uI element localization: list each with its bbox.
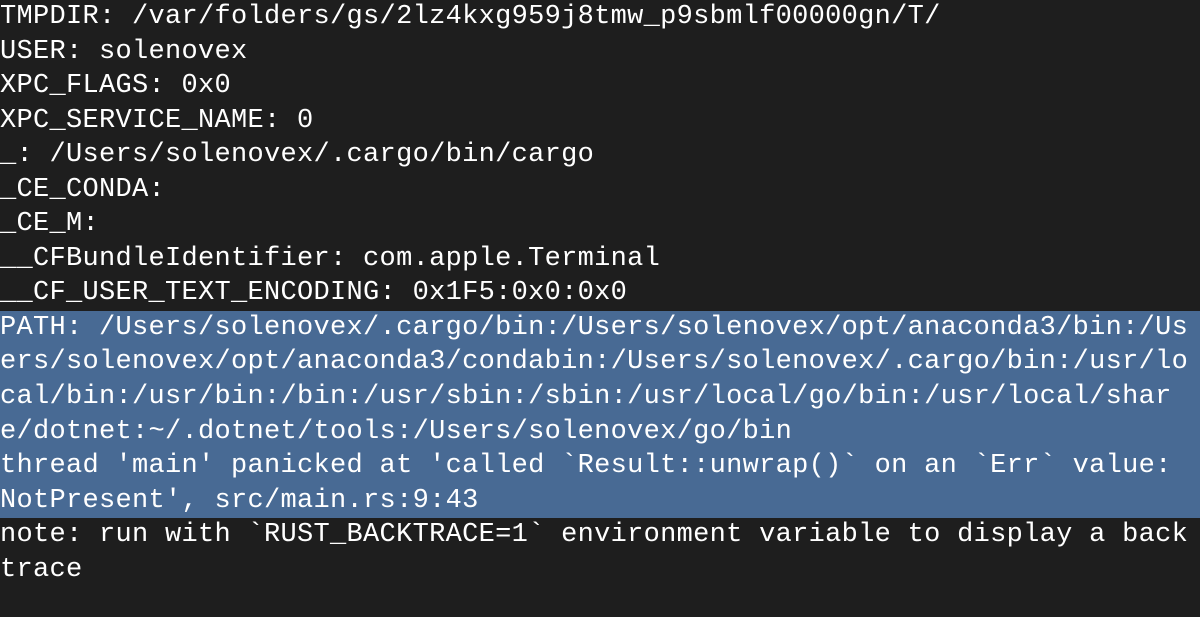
terminal-line: _CE_M:: [0, 207, 1200, 242]
terminal-line: __CF_USER_TEXT_ENCODING: 0x1F5:0x0:0x0: [0, 276, 1200, 311]
terminal-line: _: /Users/solenovex/.cargo/bin/cargo: [0, 138, 1200, 173]
terminal-line: USER: solenovex: [0, 35, 1200, 70]
terminal-line: _CE_CONDA:: [0, 173, 1200, 208]
terminal-line: note: run with `RUST_BACKTRACE=1` enviro…: [0, 518, 1200, 587]
terminal-line: XPC_SERVICE_NAME: 0: [0, 104, 1200, 139]
terminal-line: __CFBundleIdentifier: com.apple.Terminal: [0, 242, 1200, 277]
terminal-line: TMPDIR: /var/folders/gs/2lz4kxg959j8tmw_…: [0, 0, 1200, 35]
terminal-line: XPC_FLAGS: 0x0: [0, 69, 1200, 104]
terminal-line-selected: thread 'main' panicked at 'called `Resul…: [0, 449, 1200, 518]
terminal-output[interactable]: TMPDIR: /var/folders/gs/2lz4kxg959j8tmw_…: [0, 0, 1200, 587]
terminal-line-selected: PATH: /Users/solenovex/.cargo/bin:/Users…: [0, 311, 1200, 449]
